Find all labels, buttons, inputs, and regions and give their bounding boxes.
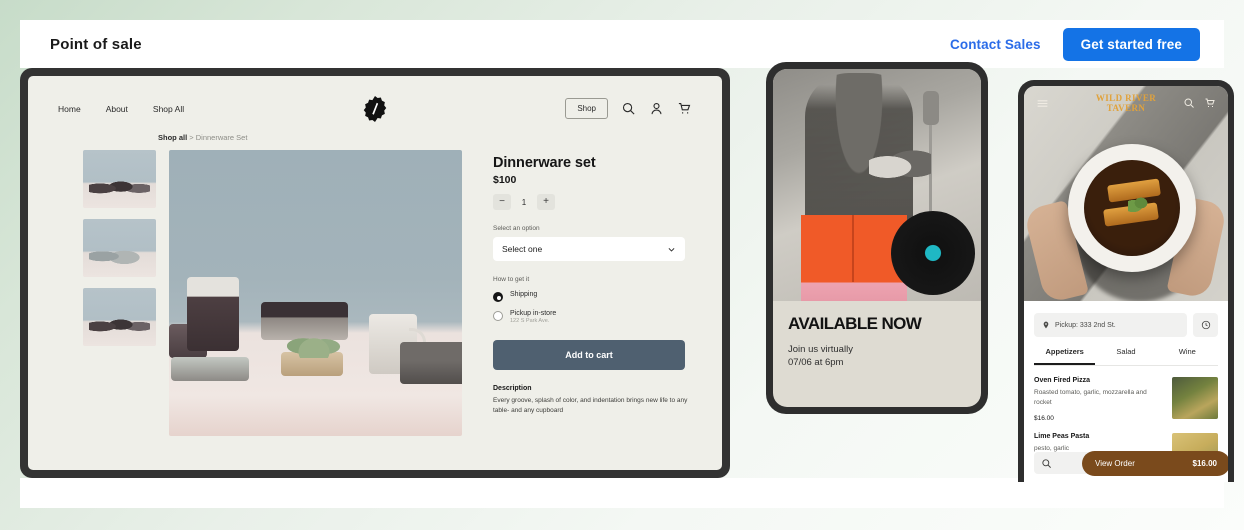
radio-pickup[interactable]: [493, 311, 503, 321]
nav-item-about[interactable]: About: [106, 104, 128, 114]
option-select-value: Select one: [502, 244, 543, 254]
product-thumbnail[interactable]: [83, 150, 156, 208]
search-icon: [1042, 458, 1051, 468]
restaurant-header-icons: [1183, 97, 1216, 109]
restaurant-logo: WILD RIVER TAVERN: [1096, 93, 1156, 114]
pickup-row: Pickup: 333 2nd St.: [1034, 313, 1218, 337]
product-thumbnail[interactable]: [83, 288, 156, 346]
radio-shipping[interactable]: [493, 292, 503, 302]
product-main-image: [169, 150, 462, 436]
shop-button[interactable]: Shop: [565, 98, 608, 119]
pickup-location-field[interactable]: Pickup: 333 2nd St.: [1034, 313, 1187, 337]
option-select[interactable]: Select one: [493, 237, 685, 261]
contact-sales-link[interactable]: Contact Sales: [950, 37, 1041, 52]
product-info: Dinnerware set $100 − 1 + Select an opti…: [475, 150, 687, 436]
fulfillment-option-pickup[interactable]: Pickup in-store 122 S Park Ave.: [493, 310, 675, 324]
event-subline-2: 07/06 at 6pm: [788, 357, 844, 369]
hamburger-menu-icon[interactable]: [1036, 97, 1049, 110]
fulfillment-option-shipping[interactable]: Shipping: [493, 291, 675, 302]
pickup-location-text: Pickup: 333 2nd St.: [1055, 321, 1116, 329]
restaurant-logo-line1: WILD RIVER: [1095, 92, 1157, 103]
page-header: Point of sale Contact Sales Get started …: [20, 20, 1224, 68]
event-headline: AVAILABLE NOW: [788, 314, 922, 333]
menu-item-price: $16.00: [1034, 414, 1054, 422]
product-price: $100: [493, 174, 517, 186]
chevron-down-icon: [668, 247, 675, 252]
list-item[interactable]: Oven Fired Pizza Roasted tomato, garlic,…: [1034, 377, 1218, 422]
event-text-block: AVAILABLE NOW Join us virtually 07/06 at…: [773, 301, 981, 370]
menu-item-name: Oven Fired Pizza: [1034, 377, 1091, 384]
menu-item-image: [1172, 377, 1218, 419]
tab-salad[interactable]: Salad: [1095, 347, 1156, 365]
restaurant-phone-mockup: WILD RIVER TAVERN Pickup: 333 2nd St. Ap…: [1018, 80, 1234, 482]
storefront-screen: Home About Shop All Shop Shop all > Dinn…: [28, 76, 722, 470]
page-title: Point of sale: [50, 35, 142, 53]
badge-logo-icon: [362, 96, 388, 122]
nav-item-home[interactable]: Home: [58, 104, 81, 114]
view-order-total: $16.00: [1192, 459, 1217, 468]
cart-icon[interactable]: [1204, 97, 1216, 109]
account-icon[interactable]: [649, 101, 664, 116]
pickup-address: 122 S Park Ave.: [510, 318, 550, 324]
description-heading: Description: [493, 385, 532, 392]
product-thumbnail[interactable]: [83, 219, 156, 277]
option-label: Select an option: [493, 225, 540, 232]
breadcrumb-current: Dinnerware Set: [195, 133, 248, 142]
microphone-icon: [923, 91, 939, 249]
restaurant-screen: WILD RIVER TAVERN Pickup: 333 2nd St. Ap…: [1024, 86, 1228, 482]
get-started-free-button[interactable]: Get started free: [1062, 27, 1200, 61]
clock-icon: [1201, 320, 1210, 330]
view-order-button[interactable]: View Order $16.00: [1082, 451, 1228, 476]
breadcrumb-separator: >: [189, 133, 194, 142]
add-to-cart-button[interactable]: Add to cart: [493, 340, 685, 370]
product-detail: Dinnerware set $100 − 1 + Select an opti…: [28, 142, 722, 436]
tab-appetizers[interactable]: Appetizers: [1034, 347, 1096, 365]
quantity-stepper: − 1 +: [493, 194, 675, 210]
fulfillment-label: How to get it: [493, 276, 530, 283]
search-icon[interactable]: [621, 101, 636, 116]
tab-wine[interactable]: Wine: [1157, 347, 1218, 365]
storefront-nav: Home About Shop All Shop: [28, 76, 722, 122]
restaurant-header: WILD RIVER TAVERN: [1024, 86, 1228, 120]
quantity-value: 1: [521, 197, 527, 207]
nav-item-shop-all[interactable]: Shop All: [153, 104, 184, 114]
view-order-label: View Order: [1095, 459, 1135, 468]
product-thumbnail-list: [83, 150, 156, 436]
pickup-time-button[interactable]: [1193, 313, 1218, 337]
search-icon[interactable]: [1183, 97, 1195, 109]
pickup-label: Pickup in-store: [510, 310, 557, 317]
event-screen: AVAILABLE NOW Join us virtually 07/06 at…: [773, 69, 981, 407]
breadcrumb: Shop all > Dinnerware Set: [158, 133, 722, 142]
cart-icon[interactable]: [677, 101, 692, 116]
dish-photo: [1024, 114, 1228, 301]
location-pin-icon: [1043, 321, 1049, 329]
restaurant-logo-line2: TAVERN: [1106, 103, 1146, 113]
menu-category-tabs: Appetizers Salad Wine: [1034, 347, 1218, 366]
shipping-label: Shipping: [510, 291, 538, 298]
restaurant-hero-image: WILD RIVER TAVERN: [1024, 86, 1228, 301]
vinyl-record-image: [891, 211, 975, 295]
description-body: Every groove, splash of color, and inden…: [493, 397, 688, 415]
event-subline-1: Join us virtually: [788, 343, 853, 355]
event-hero-image: [773, 69, 981, 301]
performer-hands: [869, 147, 931, 187]
header-actions: Contact Sales Get started free: [950, 27, 1200, 61]
footer-strip: [20, 478, 1224, 508]
bowl: [1068, 144, 1196, 272]
storefront-actions: Shop: [565, 98, 692, 119]
menu-item-name: Lime Peas Pasta: [1034, 432, 1090, 440]
product-title: Dinnerware set: [493, 155, 596, 171]
tablet-mockup: Home About Shop All Shop Shop all > Dinn…: [20, 68, 730, 478]
storefront-nav-links: Home About Shop All: [58, 104, 184, 114]
event-phone-mockup: AVAILABLE NOW Join us virtually 07/06 at…: [766, 62, 988, 414]
quantity-decrease-button[interactable]: −: [493, 194, 511, 210]
menu-item-description: Roasted tomato, garlic, mozzarella and r…: [1034, 389, 1147, 406]
quantity-increase-button[interactable]: +: [537, 194, 555, 210]
breadcrumb-root[interactable]: Shop all: [158, 133, 187, 142]
